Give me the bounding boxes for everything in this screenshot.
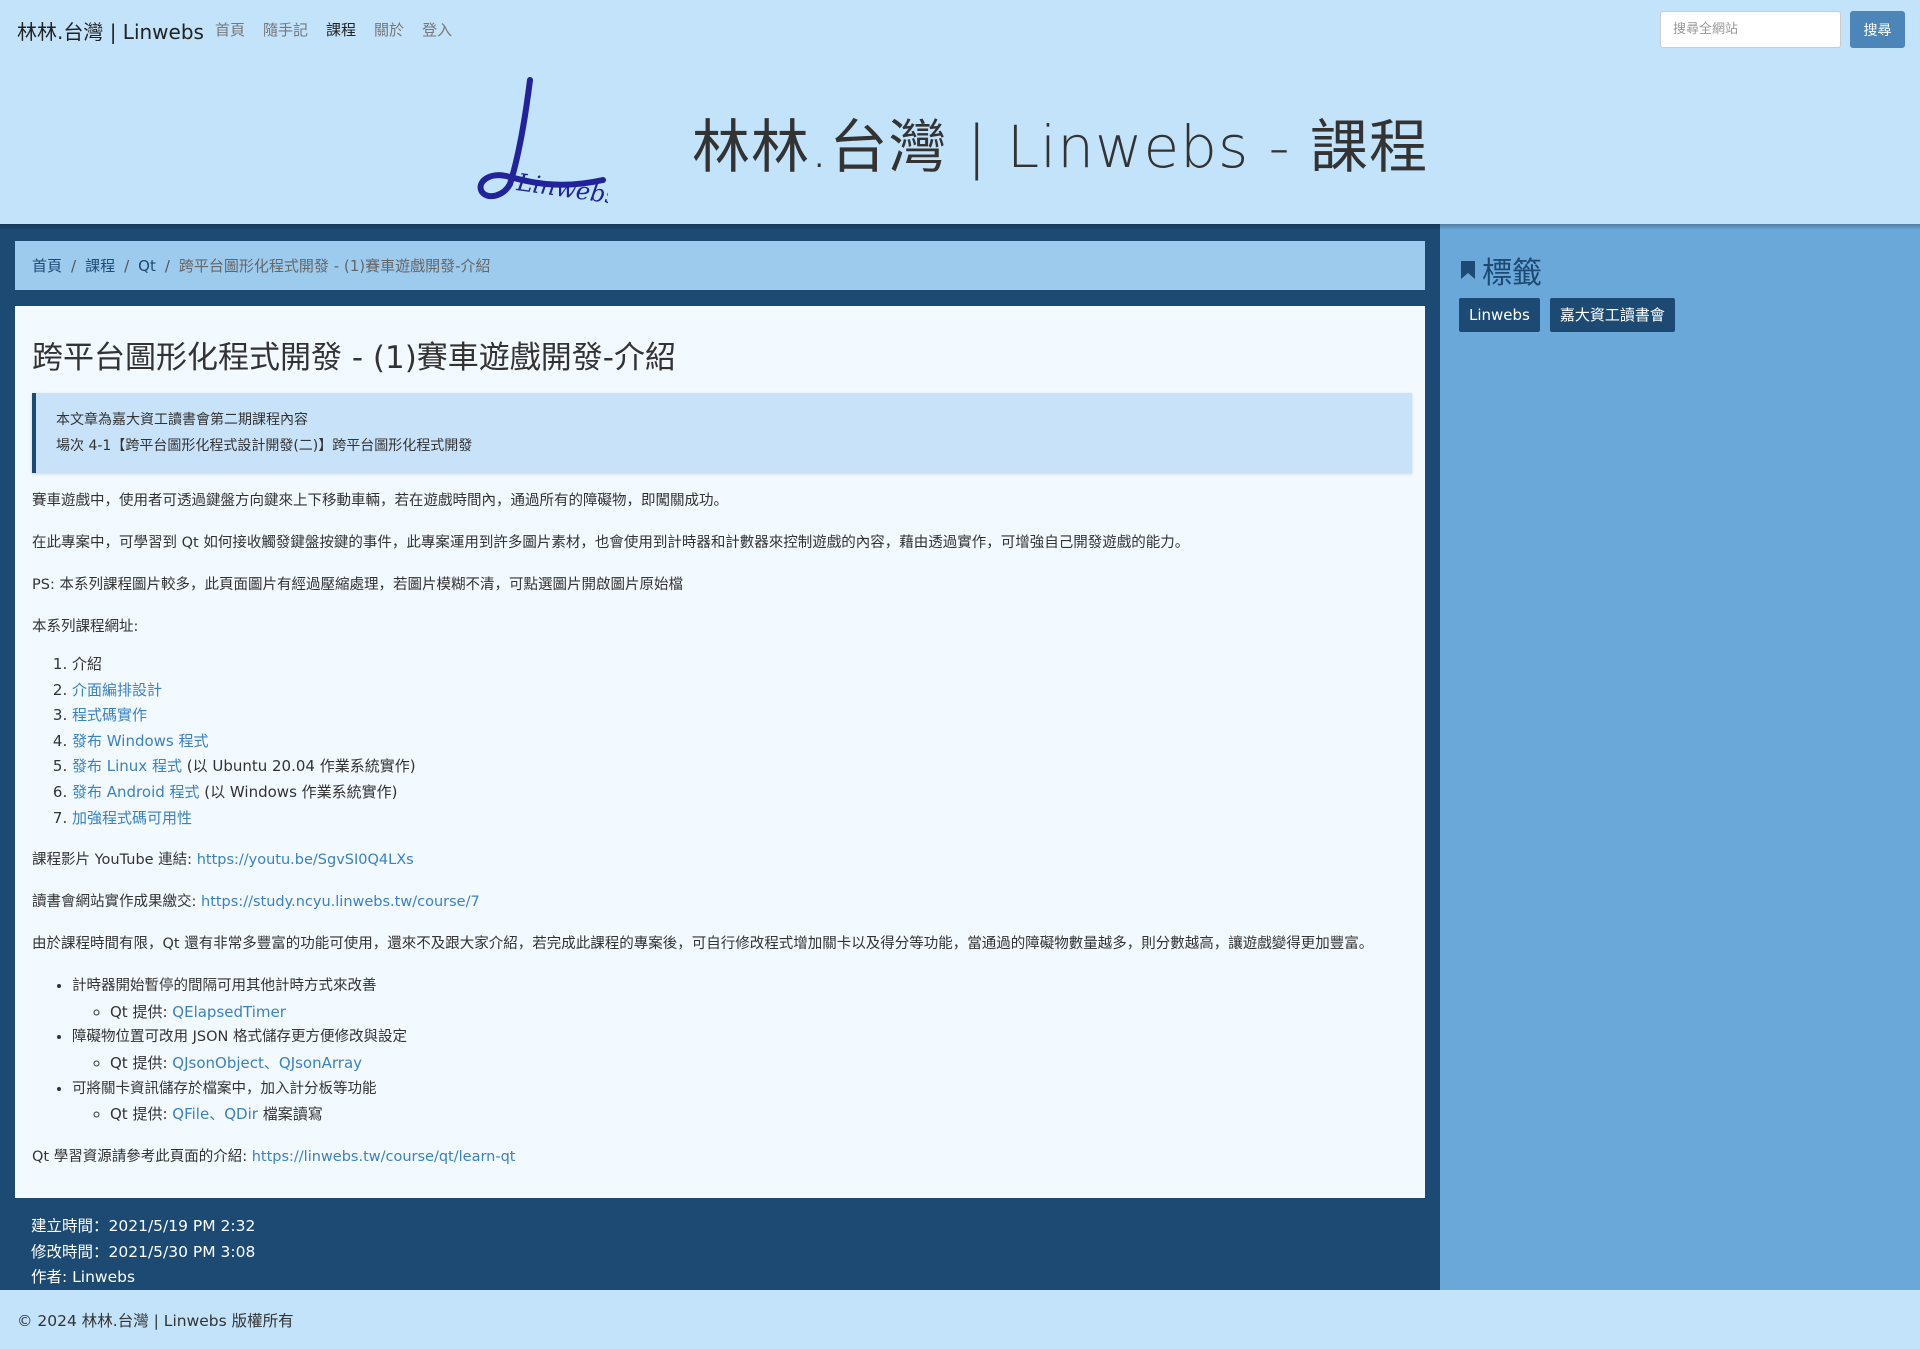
article-callout: 本文章為嘉大資工讀書會第二期課程內容 場次 4-1【跨平台圖形化程式設計開發(二… xyxy=(32,393,1412,473)
qjsonarray-link[interactable]: QJsonArray xyxy=(279,1054,362,1072)
tag-ncyu-study-group[interactable]: 嘉大資工讀書會 xyxy=(1549,298,1675,332)
tag-list: Linwebs 嘉大資工讀書會 xyxy=(1459,298,1675,332)
youtube-link[interactable]: https://youtu.be/SgvSI0Q4LXs xyxy=(197,852,414,868)
section-shadow xyxy=(0,224,1920,230)
course-link-linux[interactable]: 發布 Linux 程式 xyxy=(72,757,182,775)
callout-line: 本文章為嘉大資工讀書會第二期課程內容 xyxy=(56,412,308,428)
improvement-list: 計時器開始暫停的間隔可用其他計時方式來改善 Qt 提供: QElapsedTim… xyxy=(56,974,1408,1128)
logo-text: Linwebs xyxy=(514,168,608,208)
nav-link-notes[interactable]: 隨手記 xyxy=(263,19,308,40)
article-title: 跨平台圖形化程式開發 - (1)賽車遊戲開發-介紹 xyxy=(32,340,676,376)
modified-time: 修改時間：2021/5/30 PM 3:08 xyxy=(31,1242,256,1261)
list-item-note: (以 Ubuntu 20.04 作業系統實作) xyxy=(181,757,416,776)
nav-links: 首頁 隨手記 課程 關於 登入 xyxy=(215,19,470,40)
list-item: 發布 Android 程式 (以 Windows 作業系統實作) xyxy=(72,780,1408,806)
bookmark-icon xyxy=(1461,261,1475,279)
footer: © 2024 林林.台灣 | Linwebs 版權所有 xyxy=(0,1290,1920,1349)
course-link-android[interactable]: 發布 Android 程式 xyxy=(72,783,200,801)
article-card: 跨平台圖形化程式開發 - (1)賽車遊戲開發-介紹 本文章為嘉大資工讀書會第二期… xyxy=(15,306,1425,1198)
list-separator: 、 xyxy=(263,1053,279,1072)
article-paragraph: 本系列課程網址: xyxy=(32,619,139,635)
list-item: Qt 提供: QJsonObject、QJsonArray xyxy=(110,1051,1408,1077)
page-title: 林林.台灣 | Linwebs - 課程 xyxy=(692,113,1428,181)
site-brand-link[interactable]: 林林.台灣 | Linwebs xyxy=(17,16,204,45)
linwebs-logo[interactable]: Linwebs xyxy=(458,72,608,208)
nav-link-home[interactable]: 首頁 xyxy=(215,19,245,40)
breadcrumb-separator: / xyxy=(71,256,77,275)
breadcrumb-qt[interactable]: Qt xyxy=(138,257,156,275)
learn-label: Qt 學習資源請參考此頁面的介紹: xyxy=(32,1148,252,1165)
list-item: 障礙物位置可改用 JSON 格式儲存更方便修改與設定 Qt 提供: QJsonO… xyxy=(72,1025,1408,1076)
qfile-link[interactable]: QFile xyxy=(172,1105,209,1123)
article-paragraph: PS: 本系列課程圖片較多，此頁面圖片有經過壓縮處理，若圖片模糊不清，可點選圖片… xyxy=(32,577,683,593)
list-item-text: 障礙物位置可改用 JSON 格式儲存更方便修改與設定 xyxy=(72,1029,407,1046)
list-item: 發布 Windows 程式 xyxy=(72,729,1408,755)
list-item: 可將關卡資訊儲存於檔案中，加入計分板等功能 Qt 提供: QFile、QDir … xyxy=(72,1077,1408,1128)
list-item-text: 可將關卡資訊儲存於檔案中，加入計分板等功能 xyxy=(72,1080,377,1097)
tag-linwebs[interactable]: Linwebs xyxy=(1459,298,1540,332)
sidebar-heading: 標籤 xyxy=(1460,248,1542,292)
list-separator: 、 xyxy=(209,1105,225,1124)
nav-link-login[interactable]: 登入 xyxy=(422,19,452,40)
nav-link-courses[interactable]: 課程 xyxy=(326,19,356,40)
article-paragraph: 由於課程時間有限，Qt 還有非常多豐富的功能可使用，還來不及跟大家介紹，若完成此… xyxy=(32,936,1374,953)
article-paragraph: 賽車遊戲中，使用者可透過鍵盤方向鍵來上下移動車輛，若在遊戲時間內，通過所有的障礙… xyxy=(32,493,728,509)
breadcrumb-courses[interactable]: 課程 xyxy=(85,255,115,276)
qelapsedtimer-link[interactable]: QElapsedTimer xyxy=(172,1003,286,1021)
nav-link-about[interactable]: 關於 xyxy=(374,19,404,40)
list-item-note: (以 Windows 作業系統實作) xyxy=(199,782,398,801)
list-item-text: Qt 提供: xyxy=(110,1105,173,1124)
list-item: 程式碼實作 xyxy=(72,703,1408,729)
breadcrumb-separator: / xyxy=(164,256,170,275)
study-paragraph: 讀書會網站實作成果繳交: https://study.ncyu.linwebs.… xyxy=(32,890,1408,915)
youtube-paragraph: 課程影片 YouTube 連結: https://youtu.be/SgvSI0… xyxy=(32,848,1408,873)
callout-line: 場次 4-1【跨平台圖形化程式設計開發(二)】跨平台圖形化程式開發 xyxy=(56,438,473,454)
breadcrumb-current: 跨平台圖形化程式開發 - (1)賽車遊戲開發-介紹 xyxy=(178,257,491,275)
course-link-windows[interactable]: 發布 Windows 程式 xyxy=(72,732,209,750)
created-time: 建立時間：2021/5/19 PM 2:32 xyxy=(31,1217,256,1235)
list-item: 發布 Linux 程式 (以 Ubuntu 20.04 作業系統實作) xyxy=(72,754,1408,780)
course-link-code[interactable]: 程式碼實作 xyxy=(72,706,147,724)
breadcrumb-separator: / xyxy=(124,256,130,275)
study-link[interactable]: https://study.ncyu.linwebs.tw/course/7 xyxy=(201,894,480,910)
top-navbar: 林林.台灣 | Linwebs 首頁 隨手記 課程 關於 登入 搜尋 xyxy=(0,0,1920,58)
course-series-list: 介紹 介面編排設計 程式碼實作 發布 Windows 程式 發布 Linux 程… xyxy=(56,652,1408,831)
qdir-link[interactable]: QDir xyxy=(224,1105,258,1123)
author: 作者: Linwebs xyxy=(31,1268,136,1286)
list-item-text: 計時器開始暫停的間隔可用其他計時方式來改善 xyxy=(72,978,377,995)
list-item: 介面編排設計 xyxy=(72,678,1408,704)
qjsonobject-link[interactable]: QJsonObject xyxy=(172,1054,264,1072)
list-item: 介紹 xyxy=(72,652,1408,678)
sidebar-title: 標籤 xyxy=(1482,256,1542,291)
learn-qt-link[interactable]: https://linwebs.tw/course/qt/learn-qt xyxy=(252,1149,516,1165)
search-button[interactable]: 搜尋 xyxy=(1850,11,1905,48)
course-link-usability[interactable]: 加強程式碼可用性 xyxy=(72,809,192,827)
list-item: 計時器開始暫停的間隔可用其他計時方式來改善 Qt 提供: QElapsedTim… xyxy=(72,974,1408,1025)
list-item: Qt 提供: QElapsedTimer xyxy=(110,1000,1408,1026)
list-item-text: 檔案讀寫 xyxy=(257,1105,323,1124)
study-label: 讀書會網站實作成果繳交: xyxy=(32,894,201,911)
hero-banner: Linwebs 林林.台灣 | Linwebs - 課程 xyxy=(0,58,1920,224)
search-input[interactable] xyxy=(1660,11,1841,48)
youtube-label: 課程影片 YouTube 連結: xyxy=(32,852,197,869)
copyright-text: © 2024 林林.台灣 | Linwebs 版權所有 xyxy=(17,1312,294,1330)
breadcrumb-home[interactable]: 首頁 xyxy=(32,255,62,276)
learn-paragraph: Qt 學習資源請參考此頁面的介紹: https://linwebs.tw/cou… xyxy=(32,1145,1408,1170)
article-meta: 建立時間：2021/5/19 PM 2:32 修改時間：2021/5/30 PM… xyxy=(31,1214,255,1291)
article-paragraph: 在此專案中，可學習到 Qt 如何接收觸發鍵盤按鍵的事件，此專案運用到許多圖片素材… xyxy=(32,535,1190,551)
list-item-text: 介紹 xyxy=(72,655,103,673)
course-link-layout[interactable]: 介面編排設計 xyxy=(72,681,162,699)
breadcrumb: 首頁 / 課程 / Qt / 跨平台圖形化程式開發 - (1)賽車遊戲開發-介紹 xyxy=(15,241,1425,290)
list-item: Qt 提供: QFile、QDir 檔案讀寫 xyxy=(110,1102,1408,1128)
list-item-text: Qt 提供: xyxy=(110,1053,173,1072)
list-item-text: Qt 提供: xyxy=(110,1002,173,1021)
list-item: 加強程式碼可用性 xyxy=(72,806,1408,832)
sidebar xyxy=(1440,224,1920,1290)
